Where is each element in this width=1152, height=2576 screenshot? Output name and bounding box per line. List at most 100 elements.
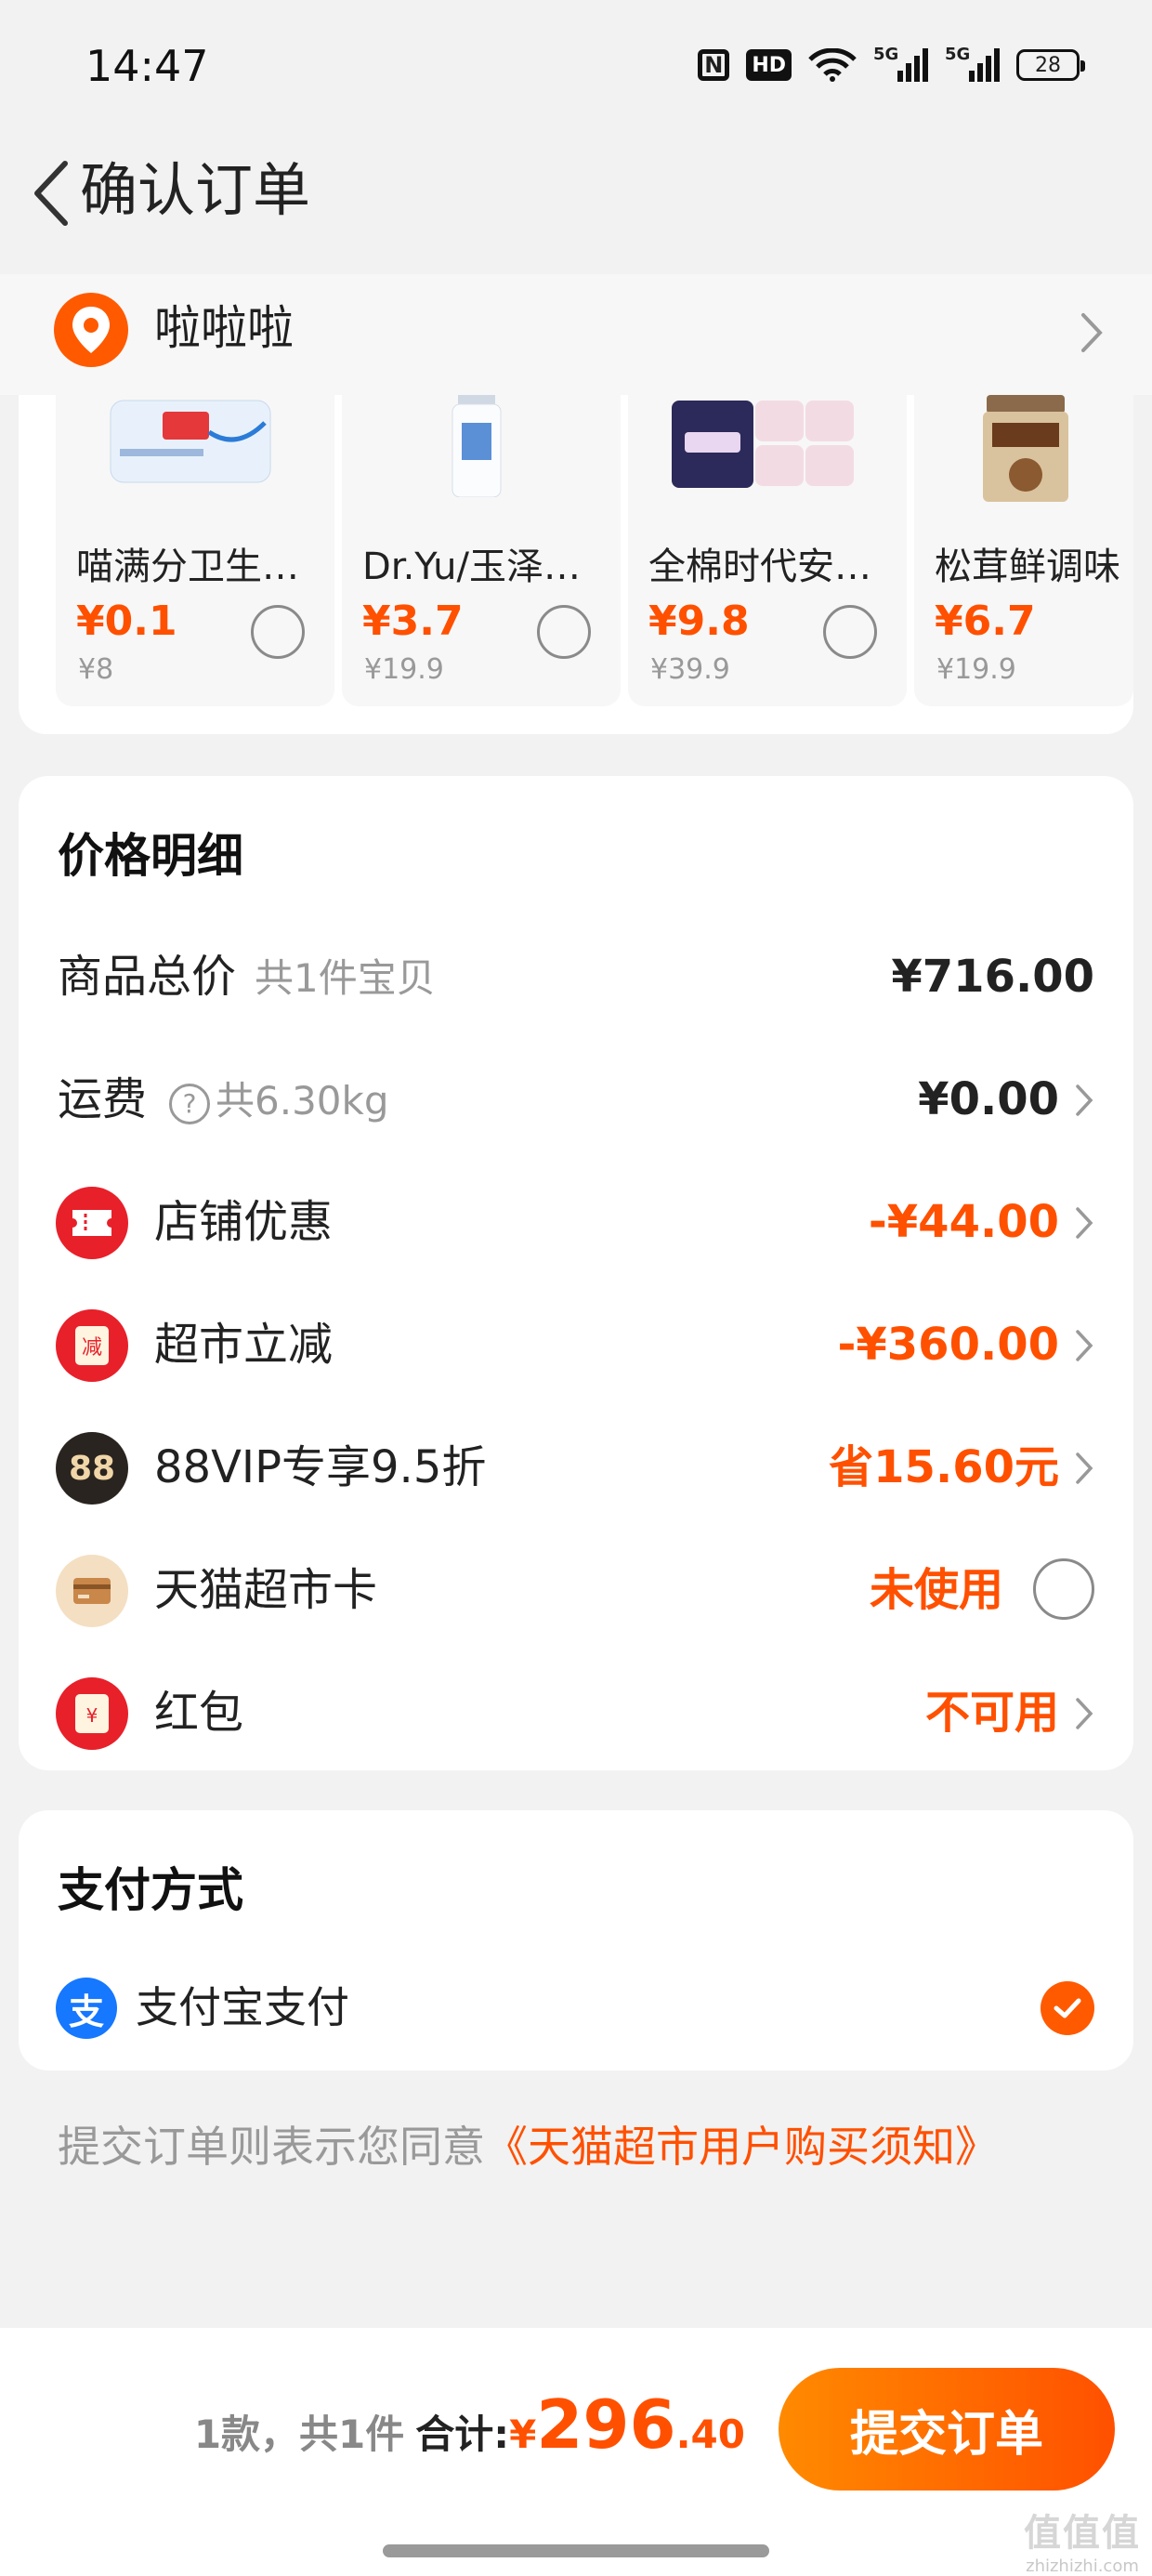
add-on-products: 喵满分卫生除… ¥0.1 ¥8 Dr.Yu/玉泽洁面 ¥3.7 ¥19.9 全棉… [19,395,1133,734]
chevron-right-icon [1076,1084,1093,1116]
alipay-icon: 支 [56,1978,117,2039]
total-decimal: .40 [675,2412,745,2457]
market-card-row[interactable]: 天猫超市卡 未使用 [19,1538,1133,1640]
shipping-value: ¥0.00 [918,1073,1059,1125]
product-price: ¥6.7 [935,598,1036,645]
status-time: 14:47 [85,41,209,91]
goods-total-label: 商品总价 [58,951,237,1003]
product-card[interactable]: 全棉时代安睡… ¥9.8 ¥39.9 [628,395,907,706]
chevron-left-icon [34,161,68,226]
checkmark-icon[interactable] [1041,1981,1094,2035]
red-packet-status: 不可用 [924,1687,1059,1739]
product-original-price: ¥19.9 [936,653,1016,686]
product-image-wipes [93,395,288,502]
product-image-pants [665,395,860,502]
price-detail-title: 价格明细 [58,829,243,883]
home-indicator[interactable] [383,2544,769,2557]
store-discount-row[interactable]: 店铺优惠 -¥44.00 [19,1170,1133,1272]
address-bar[interactable]: 啦啦啦 [0,274,1152,395]
vip-saving-value: 省15.60元 [829,1441,1059,1493]
checkout-bar: 1款，共1件 合计: ¥ 296 .40 提交订单 值值值 zhizhizhi.… [0,2328,1152,2576]
product-price: ¥9.8 [648,598,750,645]
svg-text:减: 减 [82,1336,102,1360]
goods-total-row: 商品总价 共1件宝贝 ¥716.00 [19,925,1133,1027]
watermark-url: zhizhizhi.com [1026,2556,1139,2576]
goods-total-value: ¥716.00 [891,951,1094,1003]
agreement-link[interactable]: 《天猫超市用户购买须知》 [485,2122,998,2172]
chevron-right-icon [1081,313,1103,352]
product-select-radio[interactable] [251,605,305,659]
product-name: 松茸鲜调味 [935,545,1120,588]
red-packet-icon: ¥ [56,1677,128,1750]
product-card[interactable]: 松茸鲜调味 ¥6.7 ¥19.9 [914,395,1133,706]
nfc-icon: N [698,49,730,81]
page-title: 确认订单 [80,156,311,224]
shipping-label: 运费 [58,1073,148,1125]
market-card-status: 未使用 [869,1564,1003,1616]
market-reduction-value: -¥360.00 [837,1319,1059,1371]
vip-label: 88VIP专享9.5折 [154,1441,487,1493]
ticket-icon [56,1187,128,1259]
store-discount-value: -¥44.00 [868,1196,1059,1248]
wifi-icon [808,48,857,82]
product-name: Dr.Yu/玉泽洁面 [362,545,613,588]
reduction-icon: 减 [56,1309,128,1382]
shipping-row[interactable]: 运费? 共6.30kg ¥0.00 [19,1047,1133,1150]
agreement-text: 提交订单则表示您同意《天猫超市用户购买须知》 [58,2119,998,2175]
agreement-prefix: 提交订单则表示您同意 [58,2122,485,2172]
product-image-seasoning [970,395,1081,502]
item-count: 1款，共1件 [193,2412,405,2457]
price-detail-card: 价格明细 商品总价 共1件宝贝 ¥716.00 运费? 共6.30kg ¥0.00 … [19,776,1133,1770]
vip-88-icon: 88 [56,1432,128,1505]
signal-icon-1: 5G [873,45,928,82]
card-icon [56,1555,128,1627]
product-original-price: ¥8 [78,653,114,686]
product-original-price: ¥19.9 [364,653,444,686]
svg-text:¥: ¥ [86,1704,98,1727]
vip-row[interactable]: 88 88VIP专享9.5折 省15.60元 [19,1415,1133,1518]
signal-icon-2: 5G [945,45,1000,82]
product-original-price: ¥39.9 [650,653,730,686]
status-icons: N HD 5G 5G 28 [698,45,1085,82]
product-price: ¥3.7 [362,598,464,645]
battery-icon: 28 [1016,49,1085,81]
back-button[interactable] [13,147,87,240]
market-reduction-row[interactable]: 减 超市立减 -¥360.00 [19,1293,1133,1395]
location-pin-icon [54,293,128,367]
total-label: 合计: [415,2412,510,2457]
watermark-logo: 值值值 [1024,2512,1141,2555]
store-discount-label: 店铺优惠 [154,1196,334,1248]
red-packet-row[interactable]: ¥ 红包 不可用 [19,1661,1133,1763]
nav-bar: 确认订单 [0,130,1152,260]
product-name: 全棉时代安睡… [648,545,899,588]
order-summary: 1款，共1件 合计: ¥ 296 .40 [194,2385,745,2464]
shipping-weight: 共6.30kg [216,1078,389,1124]
payment-title: 支付方式 [58,1863,243,1917]
product-price: ¥0.1 [76,598,177,645]
market-card-radio[interactable] [1033,1558,1094,1620]
chevron-right-icon [1076,1207,1093,1239]
product-image-cleanser [379,395,574,502]
product-name: 喵满分卫生除… [76,545,327,588]
status-bar: 14:47 N HD 5G 5G 28 [0,0,1152,130]
product-card[interactable]: 喵满分卫生除… ¥0.1 ¥8 [56,395,334,706]
watermark: 值值值 zhizhizhi.com [1024,2503,1141,2576]
address-name: 啦啦啦 [154,301,294,355]
product-card[interactable]: Dr.Yu/玉泽洁面 ¥3.7 ¥19.9 [342,395,621,706]
product-select-radio[interactable] [823,605,877,659]
chevron-right-icon [1076,1698,1093,1729]
total-currency: ¥ [509,2412,537,2457]
chevron-right-icon [1076,1330,1093,1361]
market-reduction-label: 超市立减 [154,1319,334,1371]
total-integer: 296 [536,2385,676,2464]
goods-count: 共1件宝贝 [255,955,436,1001]
chevron-right-icon [1076,1452,1093,1484]
hd-icon: HD [746,49,792,81]
market-card-label: 天猫超市卡 [154,1564,378,1616]
red-packet-label: 红包 [154,1687,244,1739]
submit-order-button[interactable]: 提交订单 [779,2368,1115,2491]
payment-method-label[interactable]: 支付宝支付 [136,1979,349,2035]
payment-card: 支付方式 支 支付宝支付 [19,1810,1133,2070]
help-icon[interactable]: ? [169,1084,211,1124]
product-select-radio[interactable] [537,605,591,659]
